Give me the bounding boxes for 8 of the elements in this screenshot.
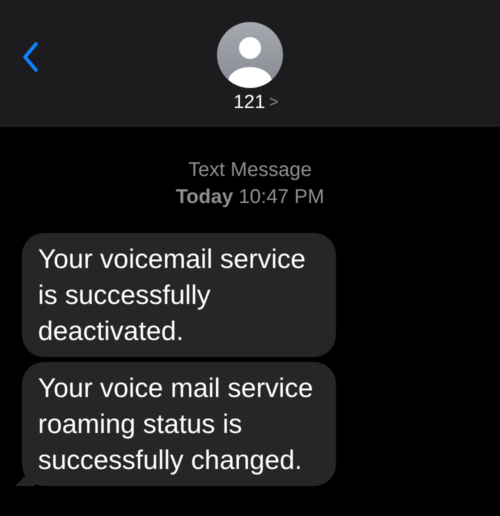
back-icon[interactable]	[22, 42, 38, 72]
avatar-icon[interactable]	[217, 22, 283, 88]
message-bubble: Your voicemail service is successfully deactivated.	[22, 233, 336, 357]
contact-name[interactable]: 121	[233, 92, 266, 114]
message-type-label: Text Message	[188, 158, 312, 183]
timestamp: Today 10:47 PM	[176, 185, 324, 210]
chevron-icon: >	[269, 94, 279, 112]
message-bubble: Your voice mail service roaming status is successfully changed.	[22, 362, 336, 486]
